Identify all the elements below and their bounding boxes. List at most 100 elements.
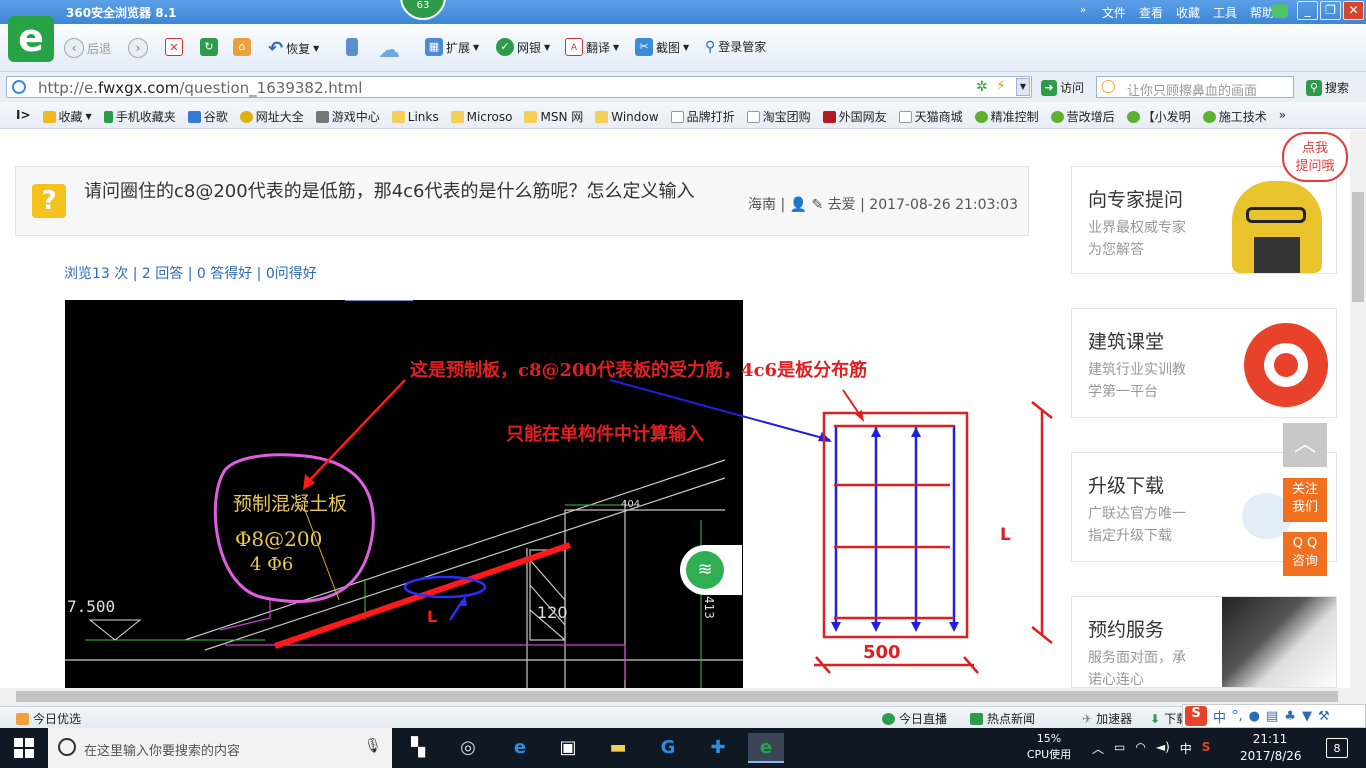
fav-item[interactable]: 精准控制 [974,108,1039,125]
fav-item[interactable]: 谷歌 [187,108,228,125]
vertical-scrollbar[interactable] [1350,130,1366,706]
shirt-icon[interactable]: ▼ [1302,709,1312,724]
ask-bubble[interactable]: 点我 提问哦 [1282,132,1348,182]
360-browser-taskbar-icon[interactable]: e [748,733,784,763]
file-explorer-icon[interactable]: ▬ [600,733,636,763]
volume-icon[interactable]: ◄) [1156,740,1170,757]
stop-button[interactable]: ✕ [165,38,183,56]
skin-icon[interactable]: ♣ [1284,709,1296,724]
tray-expand-icon[interactable]: ︿ [1092,740,1104,757]
accelerator[interactable]: ✈ 加速器 [1082,710,1132,727]
cpu-monitor[interactable]: 15% CPU使用 [1024,731,1074,763]
wifi-tray-icon[interactable]: ◠ [1135,740,1145,757]
search-button[interactable]: ⚲ 搜索 [1306,79,1349,96]
fav-item[interactable]: 外国网友 [822,108,887,125]
restore-button[interactable]: ❐ [1320,1,1341,20]
menu-help[interactable]: 帮助 [1250,4,1274,21]
url-text[interactable]: http://e.fwxgx.com/question_1639382.html [38,79,362,97]
sidebar-card-classroom[interactable]: 建筑课堂 建筑行业实训教 学第一平台 [1071,308,1337,418]
wechat-icon [974,110,988,123]
fav-item[interactable]: MSN 网 [524,108,583,125]
phone-button[interactable] [346,38,358,56]
skin-icon[interactable] [1272,4,1288,18]
tools-icon[interactable]: ⚒ [1318,709,1330,724]
store-icon[interactable]: ▣ [550,733,586,763]
sogou-tray-icon[interactable]: S [1202,740,1211,757]
notification-center-icon[interactable]: 8 [1326,738,1348,758]
wechat-icon [1202,110,1216,123]
menu-tools[interactable]: 工具 [1213,4,1237,21]
vertical-scroll-thumb[interactable] [1352,192,1364,302]
fav-item[interactable]: 【小发明 [1126,108,1191,125]
keyboard-icon[interactable]: ▤ [1266,709,1278,724]
task-view-icon[interactable]: ▚ [400,733,436,763]
teamviewer-icon[interactable]: ✚ [700,733,736,763]
page-icon [670,110,684,123]
question-stats[interactable]: 浏览13 次 | 2 回答 | 0 答得好 | 0问得好 [64,263,317,283]
sidebar-card-service[interactable]: 预约服务 服务面对面，承 诺心连心 [1071,596,1337,688]
clock[interactable]: 21:11 2017/8/26 [1240,731,1302,765]
fav-item[interactable]: 网址大全 [239,108,304,125]
fav-item[interactable]: 营改增后 [1050,108,1115,125]
search-input[interactable]: ◯ 让你只顾擦鼻血的画面 [1096,76,1294,99]
home-button[interactable]: ⌂ [233,38,251,56]
login-manager-button[interactable]: ⚲ 登录管家 [705,38,766,55]
undo-close-button[interactable]: ↶ 恢复 ▼ [268,38,319,59]
fav-item[interactable]: Links [391,108,439,125]
undo-icon: ↶ [268,38,284,59]
today-live[interactable]: 今日直播 [882,710,947,727]
lightning-icon[interactable]: ⚡ [996,78,1006,94]
windows-start-icon[interactable] [14,738,34,758]
today-picks[interactable]: 今日优选 [16,710,81,727]
fav-item[interactable]: Microso [450,108,512,125]
translate-button[interactable]: A 翻译 ▼ [565,38,619,56]
close-button[interactable]: ✕ [1343,1,1364,20]
plus-icon [239,110,253,123]
dropdown-arrow-icon[interactable]: ▼ [1016,78,1030,96]
fav-item[interactable]: 游戏中心 [315,108,380,125]
fav-item[interactable]: 天猫商城 [898,108,963,125]
horizontal-scroll-thumb[interactable] [16,691,1338,702]
back-button[interactable]: ‹ 后退 [64,38,111,58]
fav-item[interactable]: 淘宝团购 [746,108,811,125]
fav-item[interactable]: Window [595,108,659,125]
glodon-app-icon[interactable]: G [650,733,686,763]
punct-icon[interactable]: °, [1232,709,1243,724]
edge-icon[interactable]: e [502,733,538,763]
dim-label-L: L [1000,525,1011,545]
mic-icon[interactable]: 🎙 [364,738,382,754]
fav-item[interactable]: 收藏 ▼ [42,108,92,125]
refresh-button[interactable]: ↻ [200,38,218,56]
mic-icon[interactable]: ● [1249,709,1260,724]
cloud-button[interactable]: ☁ [378,38,400,63]
back-to-top-button[interactable]: ︿ [1283,423,1327,467]
screenshot-button[interactable]: ✂ 截图 ▼ [635,38,689,56]
sidebar-toggle-icon[interactable]: I> [16,108,31,125]
security-icon[interactable]: ✲ [976,79,988,95]
taskbar-search[interactable]: 在这里输入你要搜索的内容 🎙 [48,728,392,768]
more-favorites-icon[interactable]: » [1279,108,1286,125]
browser-app-icon[interactable]: ◎ [450,733,486,763]
horizontal-scrollbar[interactable] [0,688,1350,706]
sidebar-card-expert[interactable]: 向专家提问 业界最权威专家 为您解答 [1071,166,1337,274]
page-icon [12,80,26,94]
fav-item[interactable]: 手机收藏夹 [103,108,176,125]
fav-item[interactable]: 品牌打折 [670,108,735,125]
minimize-button[interactable]: _ [1297,1,1318,20]
extend-button[interactable]: ▦ 扩展 ▼ [425,38,479,56]
menu-view[interactable]: 查看 [1139,4,1163,21]
go-button[interactable]: ➜ 访问 [1041,79,1084,96]
forward-button[interactable]: › [128,38,148,58]
hot-news[interactable]: 热点新闻 [970,710,1035,727]
network-icon[interactable]: ▭ [1114,740,1125,757]
menu-file[interactable]: 文件 [1102,4,1126,21]
gift-icon [16,712,29,725]
ime-toolbar[interactable]: S 中 °, ● ▤ ♣ ▼ ⚒ [1182,704,1366,728]
qq-consult-button[interactable]: Q Q 咨询 [1283,532,1327,576]
follow-us-button[interactable]: 关注 我们 [1283,478,1327,522]
menu-favorites[interactable]: 收藏 [1176,4,1200,21]
netbank-button[interactable]: ✓ 网银 ▼ [496,38,550,56]
double-chevron-icon[interactable]: » [1080,5,1086,16]
fav-item[interactable]: 施工技术 [1202,108,1267,125]
folder-icon [391,110,405,123]
